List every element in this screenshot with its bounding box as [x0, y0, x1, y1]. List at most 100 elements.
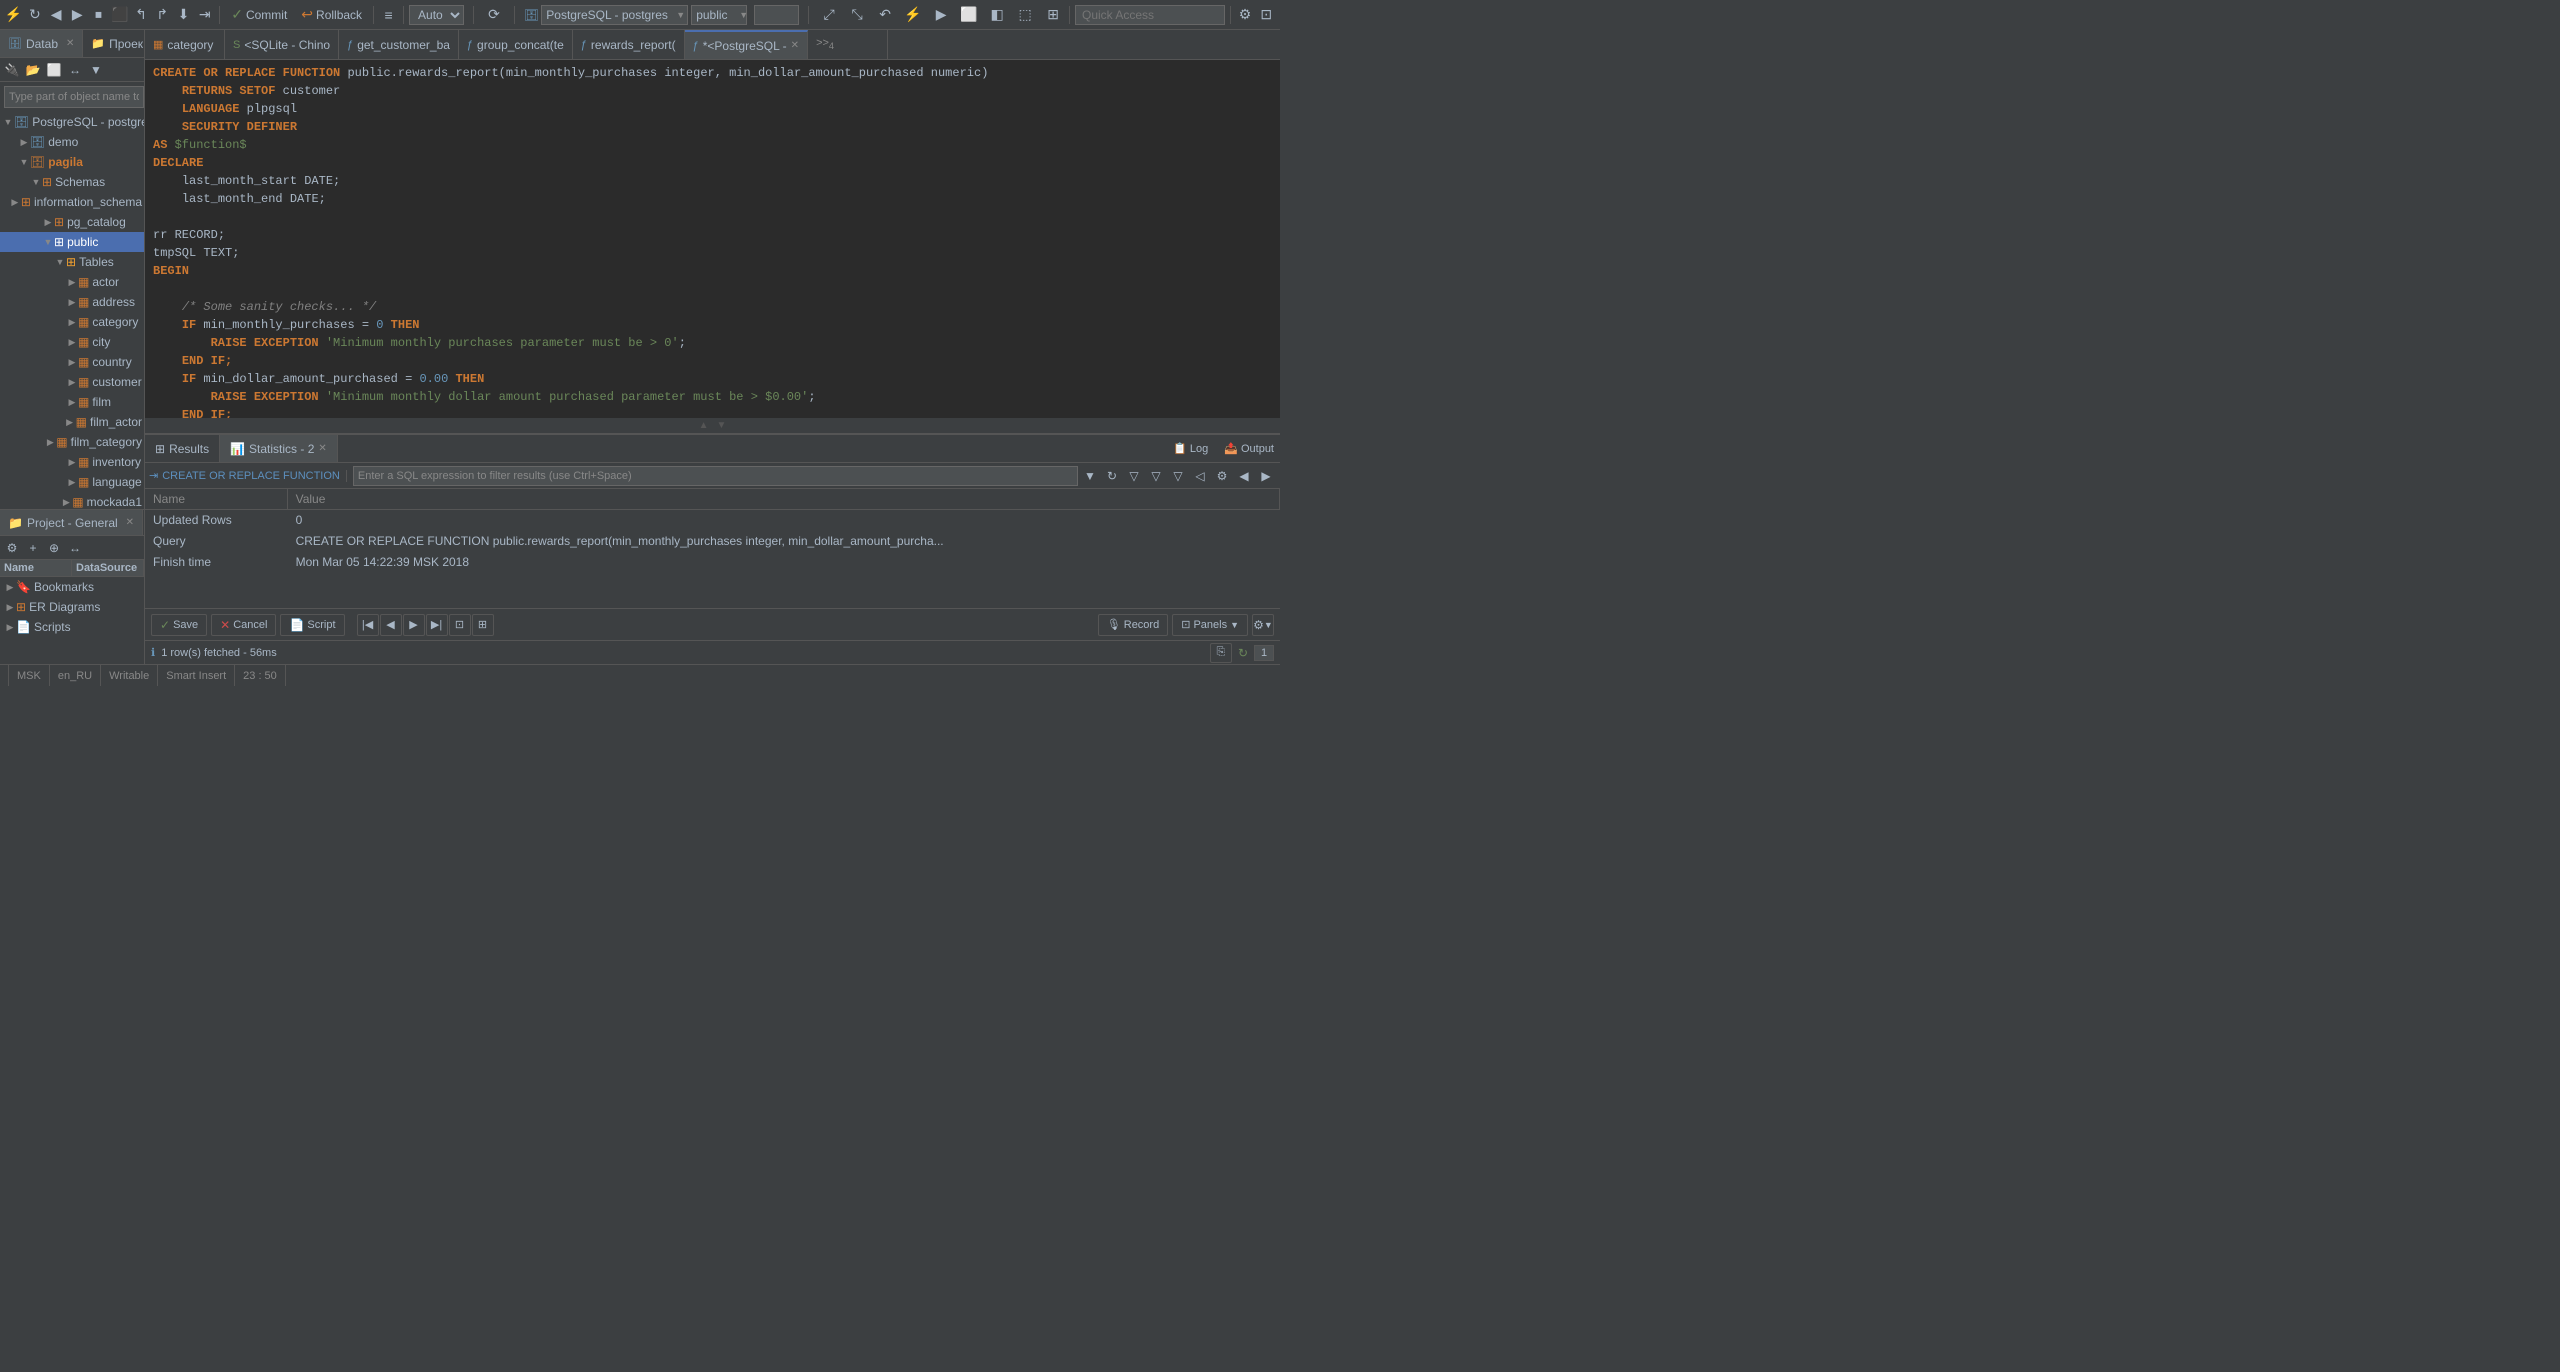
quick-access-input[interactable] [1075, 5, 1225, 25]
panels-button[interactable]: ⊡ Panels ▼ [1172, 614, 1248, 636]
tree-arrow-film-actor[interactable]: ▶ [64, 417, 76, 428]
tree-arrow-public[interactable]: ▼ [42, 237, 54, 247]
results-filter-btn1[interactable]: ▽ [1124, 466, 1144, 486]
tab-group-concat[interactable]: ƒ group_concat(te [459, 30, 573, 59]
project-tab[interactable]: 📁 Project - General ✕ [0, 510, 143, 535]
rollback-button[interactable]: ↩ Rollback [295, 4, 368, 25]
tree-arrow-category[interactable]: ▶ [66, 317, 78, 328]
nav-page-start[interactable]: ⊡ [449, 614, 471, 636]
panel-tab-database[interactable]: 🗄 Datab ✕ [0, 30, 83, 57]
tree-arrow-customer[interactable]: ▶ [66, 377, 78, 388]
tab-category[interactable]: ▦ category [145, 30, 225, 59]
scroll-up-arrow[interactable]: ▲ [699, 420, 709, 431]
refresh-icon[interactable]: ↻ [1238, 646, 1248, 660]
code-editor[interactable]: CREATE OR REPLACE FUNCTION public.reward… [145, 60, 1280, 418]
panel-btn-5[interactable]: ▼ [86, 60, 106, 80]
results-tab-results[interactable]: ⊞ Results [145, 435, 220, 462]
project-tab-close[interactable]: ✕ [126, 517, 134, 528]
nav-expand[interactable]: ⊞ [472, 614, 494, 636]
tree-arrow-tables[interactable]: ▼ [54, 257, 66, 267]
tree-item-demo[interactable]: ▶ 🗄 demo [0, 132, 144, 152]
tree-arrow-film-category[interactable]: ▶ [44, 437, 56, 448]
tree-item-actor[interactable]: ▶ ▦ actor [0, 272, 144, 292]
tree-item-pg-catalog[interactable]: ▶ ⊞ pg_catalog [0, 212, 144, 232]
limit-input[interactable]: 200 [754, 5, 799, 25]
tree-arrow-pg[interactable]: ▶ [42, 217, 54, 228]
tab-pg-close[interactable]: ✕ [791, 40, 799, 51]
record-button[interactable]: 🎙 Record [1098, 614, 1168, 636]
tree-arrow-actor[interactable]: ▶ [66, 277, 78, 288]
panel-btn-1[interactable]: 🔌 [2, 60, 22, 80]
tree-arrow-demo[interactable]: ▶ [18, 137, 30, 148]
panel-btn-2[interactable]: 📂 [23, 60, 43, 80]
results-tab-stats-close[interactable]: ✕ [318, 443, 326, 454]
tree-item-inventory[interactable]: ▶ ▦ inventory [0, 452, 144, 472]
tree-arrow-mockada1[interactable]: ▶ [60, 497, 72, 508]
nav-first[interactable]: |◀ [357, 614, 379, 636]
toolbar-right-2[interactable]: ⤡ [846, 4, 868, 26]
results-filter-dropdown[interactable]: ▼ [1080, 466, 1100, 486]
tree-arrow-inventory[interactable]: ▶ [66, 457, 78, 468]
tree-item-mockada1[interactable]: ▶ ▦ mockada1 [0, 492, 144, 509]
proj-item-scripts[interactable]: ▶ 📄 Scripts [0, 617, 144, 637]
tree-arrow-postgres[interactable]: ▼ [2, 117, 14, 127]
nav-next[interactable]: ▶ [403, 614, 425, 636]
tab-postgres-active[interactable]: ƒ *<PostgreSQL - ✕ [685, 30, 808, 59]
proj-settings-btn[interactable]: ⚙ [2, 538, 22, 558]
tree-arrow-info[interactable]: ▶ [9, 197, 21, 208]
scroll-down-arrow[interactable]: ▼ [717, 420, 727, 431]
copy-button[interactable]: ⎘ [1210, 643, 1232, 663]
toolbar-format[interactable]: ≡ [379, 4, 398, 26]
db-filter-input[interactable] [4, 86, 144, 108]
tree-item-pagila[interactable]: ▼ 🗄 pagila [0, 152, 144, 172]
tree-item-language[interactable]: ▶ ▦ language [0, 472, 144, 492]
tree-arrow-country[interactable]: ▶ [66, 357, 78, 368]
commit-button[interactable]: ✓ Commit [225, 4, 293, 25]
toolbar-icon-7[interactable]: ↰ [131, 4, 150, 26]
toolbar-icon-8[interactable]: ↱ [153, 4, 172, 26]
toolbar-right-8[interactable]: ⬚ [1014, 4, 1036, 26]
toolbar-right-3[interactable]: ↶ [874, 4, 896, 26]
tree-arrow-film[interactable]: ▶ [66, 397, 78, 408]
tree-item-schemas[interactable]: ▼ ⊞ Schemas [0, 172, 144, 192]
results-nav-prev[interactable]: ◀ [1234, 466, 1254, 486]
toolbar-right-6[interactable]: ⬜ [958, 4, 980, 26]
output-button[interactable]: 📤 Output [1218, 440, 1280, 457]
log-button[interactable]: 📋 Log [1167, 440, 1214, 457]
proj-add2-btn[interactable]: ⊕ [44, 538, 64, 558]
proj-nav-btn[interactable]: ↔ [65, 538, 85, 558]
toolbar-right-5[interactable]: ▶ [930, 4, 952, 26]
panel-btn-3[interactable]: ⬜ [44, 60, 64, 80]
results-settings[interactable]: ⚙ [1212, 466, 1232, 486]
nav-prev[interactable]: ◀ [380, 614, 402, 636]
tree-item-info-schema[interactable]: ▶ ⊞ information_schema [0, 192, 144, 212]
tree-item-category[interactable]: ▶ ▦ category [0, 312, 144, 332]
proj-add-btn[interactable]: + [23, 538, 43, 558]
db-select[interactable]: PostgreSQL - postgres [541, 5, 688, 25]
nav-last[interactable]: ▶| [426, 614, 448, 636]
toolbar-icon-6[interactable]: ⬛ [110, 4, 129, 26]
toolbar-icon-1[interactable]: ⚡ [4, 4, 23, 26]
tab-get-customer[interactable]: ƒ get_customer_ba [339, 30, 459, 59]
toolbar-icon-nav1[interactable]: ⟳ [483, 4, 505, 26]
table-row[interactable]: Updated Rows 0 [145, 510, 1280, 531]
cancel-button[interactable]: ✕ Cancel [211, 614, 276, 636]
tab-sqlite[interactable]: S <SQLite - Chino [225, 30, 339, 59]
toolbar-icon-9[interactable]: ⬇ [174, 4, 193, 26]
toolbar-right-4[interactable]: ⚡ [902, 4, 924, 26]
toolbar-icon-3[interactable]: ◀ [46, 4, 65, 26]
tab-extra[interactable]: >>4 [808, 30, 888, 59]
panel-btn-4[interactable]: ↔ [65, 60, 85, 80]
results-refresh-btn[interactable]: ↻ [1102, 466, 1122, 486]
proj-arrow-scripts[interactable]: ▶ [4, 622, 16, 633]
auto-select[interactable]: Auto [409, 5, 464, 25]
proj-arrow-er[interactable]: ▶ [4, 602, 16, 613]
toolbar-icon-4[interactable]: ▶ [68, 4, 87, 26]
tree-item-address[interactable]: ▶ ▦ address [0, 292, 144, 312]
results-filter-btn2[interactable]: ▽ [1146, 466, 1166, 486]
toolbar-icon-10[interactable]: ⇥ [195, 4, 214, 26]
proj-arrow-bookmarks[interactable]: ▶ [4, 582, 16, 593]
tree-item-film-category[interactable]: ▶ ▦ film_category [0, 432, 144, 452]
panel-tab-project[interactable]: 📁 Проек [83, 30, 152, 57]
tree-item-customer[interactable]: ▶ ▦ customer [0, 372, 144, 392]
